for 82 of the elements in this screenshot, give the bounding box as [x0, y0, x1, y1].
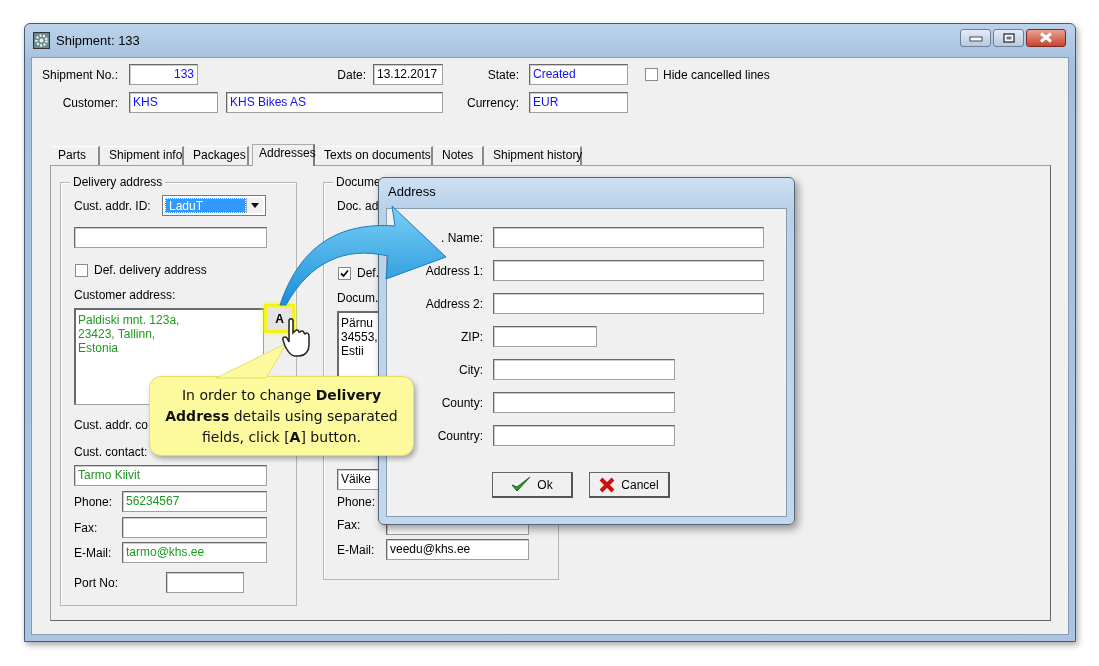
- input-field[interactable]: [166, 572, 244, 593]
- checkbox-label: Hide cancelled lines: [663, 67, 770, 82]
- close-icon: [599, 476, 616, 493]
- field-label: State:: [486, 67, 519, 82]
- field-label: Address 2:: [424, 296, 483, 311]
- input-field[interactable]: Created: [529, 64, 628, 85]
- field-label: Address 1:: [424, 263, 483, 278]
- caret-icon: [246, 198, 263, 213]
- checkbox[interactable]: [75, 263, 88, 277]
- hand-cursor-icon: [282, 318, 310, 357]
- field-label: E-Mail:: [337, 542, 376, 557]
- field-label: ZIP:: [460, 329, 483, 344]
- field-label: . Name:: [440, 230, 483, 245]
- tab[interactable]: Shipment info: [103, 146, 184, 165]
- input-field[interactable]: tarmo@khs.ee: [122, 542, 267, 563]
- address-line: Pärnu: [341, 316, 375, 330]
- field-label: Port No:: [74, 575, 119, 590]
- input-field[interactable]: 13.12.2017: [373, 64, 443, 85]
- input-field[interactable]: 56234567: [122, 491, 267, 512]
- input-field[interactable]: KHS: [129, 92, 218, 113]
- checkbox-label: Def. delivery address: [94, 263, 207, 277]
- tab[interactable]: Shipment history: [487, 146, 582, 165]
- address-line: Paldiski mnt. 123a,: [78, 313, 181, 327]
- field-label: Cust. addr. ID:: [74, 198, 152, 213]
- field-label: Phone:: [74, 494, 114, 509]
- field-label: Cust. contact:: [74, 445, 148, 459]
- dropdown-value: LaduT: [165, 198, 246, 213]
- checkbox[interactable]: [338, 266, 351, 280]
- input-field[interactable]: [493, 425, 675, 446]
- input-field[interactable]: [493, 293, 764, 314]
- field-label: County:: [440, 395, 483, 410]
- maximize-icon: [1002, 32, 1015, 43]
- tab[interactable]: Notes: [436, 146, 484, 165]
- cancel-button[interactable]: Cancel: [589, 472, 670, 498]
- input-field[interactable]: KHS Bikes AS: [226, 92, 443, 113]
- gear-icon: [33, 32, 50, 49]
- field-label: Date:: [336, 67, 366, 82]
- field-label: Doc. ad: [337, 198, 379, 215]
- input-field[interactable]: Tarmo Kiivit: [74, 465, 267, 486]
- field-label: Phone:: [337, 495, 377, 509]
- window-title: Shipment: 133: [56, 33, 140, 48]
- input-field[interactable]: Väike: [337, 469, 378, 490]
- tab[interactable]: Packages: [187, 146, 249, 165]
- input-field[interactable]: [493, 392, 675, 413]
- input-field[interactable]: EUR: [529, 92, 628, 113]
- field-label: Currency:: [466, 95, 519, 110]
- field-label: City:: [458, 362, 483, 377]
- ok-button[interactable]: Ok: [492, 472, 573, 498]
- input-field[interactable]: [493, 227, 764, 248]
- checkbox-label: Def.: [357, 266, 379, 280]
- input-field[interactable]: 133: [129, 64, 198, 85]
- close-button[interactable]: [1026, 28, 1066, 47]
- checkbox[interactable]: [645, 68, 658, 81]
- minimize-button[interactable]: [960, 28, 991, 47]
- dialog-title: Address: [387, 183, 437, 201]
- address-line: Estonia: [78, 341, 120, 355]
- address-line: 23423, Tallinn,: [78, 327, 157, 341]
- tab[interactable]: Addresses: [252, 144, 315, 166]
- field-label: Shipment No.:: [40, 67, 118, 82]
- input-field[interactable]: [493, 326, 597, 347]
- input-field[interactable]: [74, 227, 267, 248]
- input-field[interactable]: veedu@khs.ee: [386, 539, 529, 560]
- address-line: Estii: [341, 344, 365, 358]
- field-label: Customer:: [61, 95, 118, 110]
- minimize-icon: [968, 33, 983, 42]
- input-field[interactable]: [122, 517, 267, 538]
- field-label: Cust. addr. co: [74, 418, 149, 432]
- tab[interactable]: Parts: [52, 146, 100, 165]
- input-field[interactable]: [493, 260, 764, 281]
- group-title: Delivery address: [70, 175, 166, 189]
- field-label: Fax:: [337, 517, 362, 532]
- address-line: 34553,: [341, 330, 376, 344]
- maximize-button[interactable]: [993, 28, 1024, 47]
- field-label: Country:: [436, 428, 483, 443]
- field-label: Fax:: [74, 520, 99, 535]
- close-icon: [1039, 32, 1053, 43]
- field-label: E-Mail:: [74, 545, 113, 560]
- field-label: Customer address:: [74, 288, 176, 302]
- field-label: Docum.: [337, 291, 379, 305]
- tab[interactable]: Texts on documents: [318, 146, 433, 165]
- check-icon: [511, 476, 532, 493]
- input-field[interactable]: [493, 359, 675, 380]
